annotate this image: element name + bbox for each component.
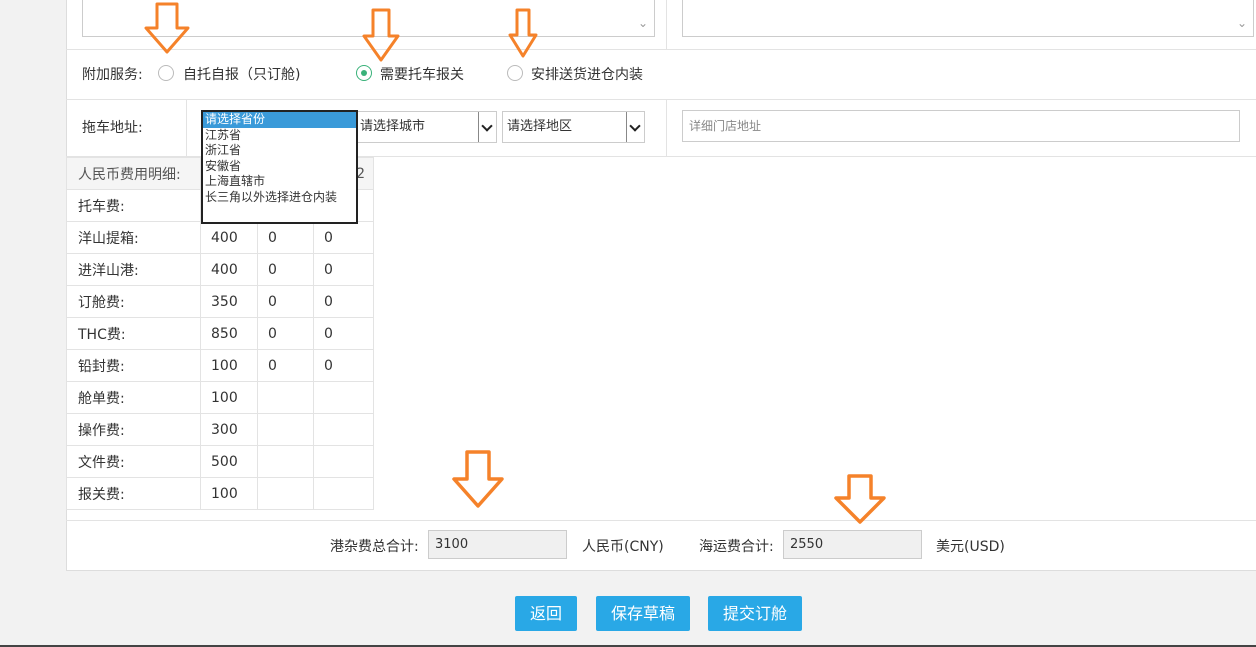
- table-row: 订舱费: 350 0 0: [66, 285, 374, 318]
- fee-value: [257, 381, 314, 414]
- divider: [666, 99, 667, 157]
- annotation-arrow-icon: [362, 8, 400, 62]
- fee-value: [257, 413, 314, 446]
- annotation-arrow-icon: [834, 474, 886, 524]
- table-row: 铅封费: 100 0 0: [66, 349, 374, 382]
- table-row: 进洋山港: 400 0 0: [66, 253, 374, 286]
- fee-name: THC费:: [66, 317, 201, 350]
- fee-value: 400: [200, 221, 258, 254]
- fee-value: [257, 445, 314, 478]
- additional-service-label: 附加服务:: [82, 67, 143, 83]
- fee-name: 舱单费:: [66, 381, 201, 414]
- radio-truck-customs-label[interactable]: 需要托车报关: [380, 64, 464, 84]
- fee-value: 0: [313, 221, 374, 254]
- chevron-down-icon: ⌄: [637, 16, 649, 30]
- freight-currency-label: 美元(USD): [936, 539, 1005, 555]
- fee-name: 报关费:: [66, 477, 201, 510]
- fee-name: 托车费:: [66, 189, 201, 222]
- divider: [666, 0, 667, 49]
- fee-value: 350: [200, 285, 258, 318]
- port-total-input[interactable]: 3100: [428, 530, 567, 559]
- city-select-value: 请选择城市: [360, 119, 426, 134]
- radio-warehouse-delivery[interactable]: [507, 65, 523, 81]
- fee-value: 0: [257, 253, 314, 286]
- table-row: 舱单费: 100: [66, 381, 374, 414]
- port-total-label: 港杂费总合计:: [330, 539, 419, 555]
- back-button[interactable]: 返回: [515, 596, 577, 631]
- fee-name: 铅封费:: [66, 349, 201, 382]
- submit-booking-button[interactable]: 提交订舱: [708, 596, 802, 631]
- chevron-down-icon: ⌄: [1236, 16, 1248, 30]
- fee-value: 0: [257, 317, 314, 350]
- annotation-arrow-icon: [144, 2, 190, 54]
- truck-address-label: 拖车地址:: [82, 120, 143, 136]
- divider: [186, 99, 187, 157]
- freight-total-input[interactable]: 2550: [783, 530, 922, 559]
- fee-name: 进洋山港:: [66, 253, 201, 286]
- dropdown-option[interactable]: 江苏省: [203, 128, 356, 144]
- port-total-value: 3100: [435, 537, 469, 552]
- fee-value: [313, 381, 374, 414]
- chevron-down-icon[interactable]: [626, 112, 644, 142]
- fee-value: 500: [200, 445, 258, 478]
- fee-value: 100: [200, 349, 258, 382]
- detail-address-input[interactable]: 详细门店地址: [682, 110, 1240, 142]
- fee-value: [257, 477, 314, 510]
- table-row: 报关费: 100: [66, 477, 374, 510]
- port-currency-label: 人民币(CNY): [582, 539, 664, 555]
- fee-value: 850: [200, 317, 258, 350]
- dropdown-option[interactable]: 请选择省份: [203, 112, 356, 128]
- fee-value: 0: [313, 253, 374, 286]
- fee-value: 400: [200, 253, 258, 286]
- fee-value: 0: [313, 317, 374, 350]
- fee-name: 文件费:: [66, 445, 201, 478]
- freight-total-value: 2550: [790, 537, 824, 552]
- save-draft-button[interactable]: 保存草稿: [596, 596, 690, 631]
- district-select[interactable]: 请选择地区: [502, 111, 645, 143]
- fee-value: 0: [313, 349, 374, 382]
- district-select-value: 请选择地区: [507, 119, 573, 134]
- radio-truck-customs[interactable]: [356, 65, 372, 81]
- detail-address-placeholder: 详细门店地址: [689, 119, 762, 133]
- fee-header: 人民币费用明细:: [66, 157, 201, 190]
- province-dropdown-list[interactable]: 请选择省份 江苏省 浙江省 安徽省 上海直辖市 长三角以外选择进仓内装: [201, 110, 358, 224]
- dropdown-option[interactable]: 安徽省: [203, 159, 356, 175]
- fee-name: 洋山提箱:: [66, 221, 201, 254]
- divider: [66, 49, 1256, 50]
- fee-name: 订舱费:: [66, 285, 201, 318]
- radio-warehouse-delivery-label[interactable]: 安排送货进仓内装: [531, 64, 643, 84]
- fee-value: 0: [257, 349, 314, 382]
- fee-value: 300: [200, 413, 258, 446]
- table-row: 文件费: 500: [66, 445, 374, 478]
- fee-name: 操作费:: [66, 413, 201, 446]
- dropdown-option[interactable]: 长三角以外选择进仓内装: [203, 190, 356, 206]
- dropdown-option[interactable]: 上海直辖市: [203, 174, 356, 190]
- freight-total-label: 海运费合计:: [699, 539, 774, 555]
- chevron-down-icon[interactable]: [478, 112, 496, 142]
- radio-self-tow[interactable]: [158, 65, 174, 81]
- table-row: THC费: 850 0 0: [66, 317, 374, 350]
- fee-value: 0: [257, 221, 314, 254]
- fee-value: 0: [257, 285, 314, 318]
- radio-self-tow-label[interactable]: 自托自报（只订舱): [183, 64, 300, 84]
- divider: [66, 520, 1256, 521]
- annotation-arrow-icon: [508, 8, 538, 58]
- fee-value: 100: [200, 381, 258, 414]
- fee-value: [313, 445, 374, 478]
- divider: [66, 99, 1256, 100]
- dropdown-option[interactable]: 浙江省: [203, 143, 356, 159]
- fee-value: 100: [200, 477, 258, 510]
- table-row: 操作费: 300: [66, 413, 374, 446]
- fee-value: 0: [313, 285, 374, 318]
- table-row: 洋山提箱: 400 0 0: [66, 221, 374, 254]
- city-select[interactable]: 请选择城市: [355, 111, 497, 143]
- fee-value: [313, 477, 374, 510]
- textarea-right[interactable]: ⌄: [682, 0, 1254, 37]
- fee-value: [313, 413, 374, 446]
- annotation-arrow-icon: [452, 450, 504, 508]
